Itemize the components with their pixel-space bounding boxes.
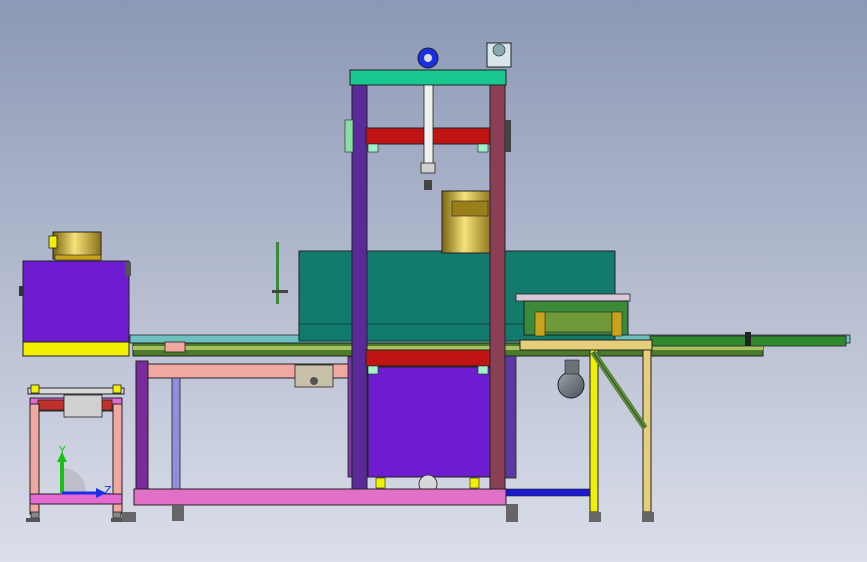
gold-drum-center [441, 190, 493, 254]
left-purple-cabinet [19, 260, 131, 357]
machine-assembly-drawing: Y Z [0, 0, 867, 562]
gold-drum-left [48, 231, 102, 261]
z-axis-label: Z [104, 484, 112, 497]
y-axis-label: Y [58, 444, 66, 457]
cad-viewport[interactable]: Y Z [0, 0, 867, 562]
top-motor-bracket [486, 42, 512, 68]
top-sprocket [417, 47, 439, 69]
right-dispenser [515, 293, 631, 337]
